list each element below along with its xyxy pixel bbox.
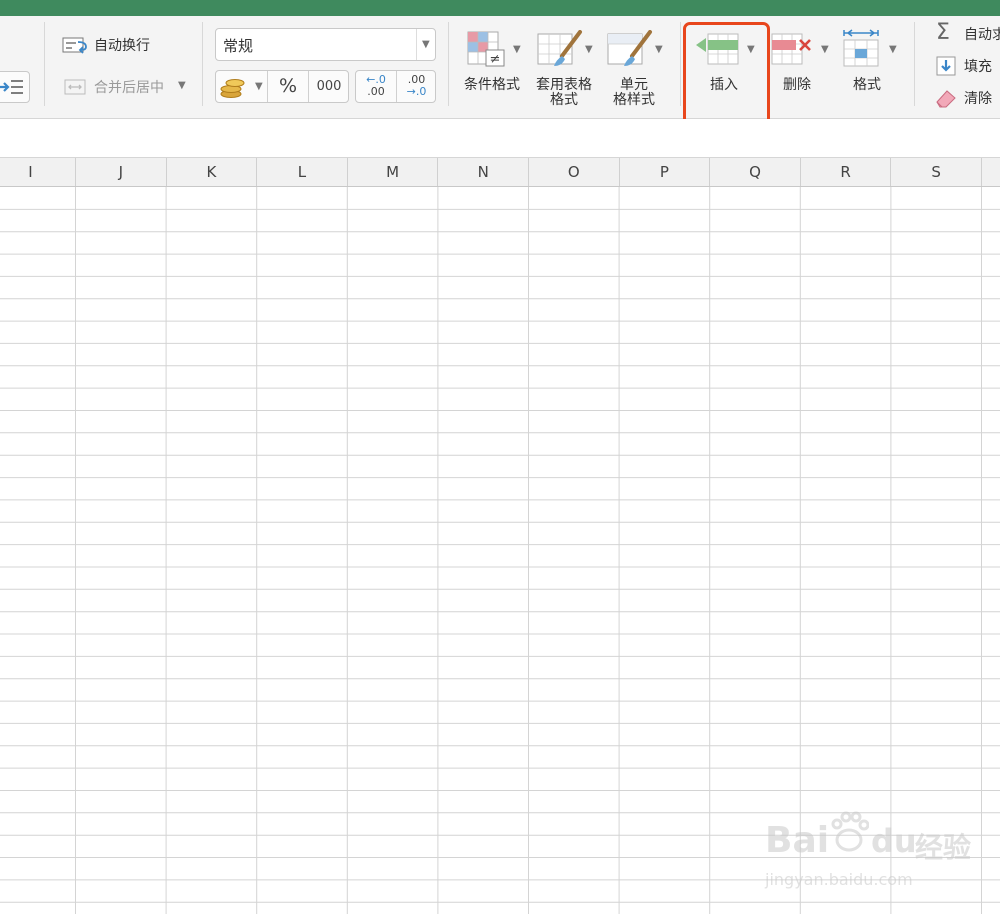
format-label: 格式: [853, 77, 881, 93]
format-cells-icon: [843, 29, 879, 67]
format-as-table-button[interactable]: ▼ 套用表格 格式: [530, 28, 598, 112]
fill-label: 填充: [964, 59, 992, 75]
coins-icon: [220, 79, 245, 98]
fill-down-icon: [936, 56, 956, 76]
indent-icon: [0, 80, 23, 94]
decimal-group: ←.0 .00 .00 →.0: [355, 70, 436, 103]
decrease-decimal-button[interactable]: .00 →.0: [397, 71, 436, 102]
align-indent-button[interactable]: [0, 71, 30, 103]
chevron-down-icon: ▼: [585, 44, 593, 55]
cell-style-label-line2: 格样式: [613, 92, 655, 108]
thousands-label: 000: [316, 79, 342, 94]
increase-decimal-bottom: .00: [367, 85, 385, 98]
paintbrush-table-icon: [537, 30, 582, 66]
fill-button[interactable]: 填充: [934, 54, 1000, 78]
separator: [202, 22, 203, 106]
conditional-format-button[interactable]: ≠ ▼ 条件格式: [458, 28, 526, 112]
delete-cells-icon: [771, 33, 811, 65]
separator: [680, 22, 681, 106]
merge-cells-icon: [64, 79, 86, 95]
number-format-group: ▼ % 000: [215, 70, 349, 103]
table-format-label-line2: 格式: [550, 92, 578, 108]
chevron-down-icon: ▼: [422, 39, 430, 50]
conditional-format-label: 条件格式: [464, 77, 520, 93]
watermark-brand-left: Bai: [765, 820, 830, 861]
paw-logo-icon: [831, 811, 869, 852]
chevron-down-icon: ▼: [255, 81, 263, 92]
watermark-brand-right: du: [871, 822, 917, 860]
column-header-l[interactable]: L: [257, 158, 348, 186]
number-format-select[interactable]: 常规 ▼: [215, 28, 436, 61]
cell-grid[interactable]: [0, 187, 1000, 914]
column-header-s[interactable]: S: [891, 158, 982, 186]
watermark-url: jingyan.baidu.com: [765, 870, 913, 889]
delete-label: 删除: [783, 77, 811, 93]
separator: [914, 22, 915, 106]
baidu-watermark: Bai du 经验 jingyan.baidu.com: [765, 808, 995, 898]
comma-style-button[interactable]: 000: [309, 71, 349, 102]
percent-style-button[interactable]: %: [268, 71, 308, 102]
increase-decimal-button[interactable]: ←.0 .00: [356, 71, 396, 102]
format-cells-button[interactable]: ▼ 格式: [834, 28, 900, 112]
separator: [44, 22, 45, 106]
column-header-m[interactable]: M: [348, 158, 439, 186]
svg-text:≠: ≠: [490, 52, 501, 67]
clear-button[interactable]: 清除: [934, 86, 1000, 110]
clear-label: 清除: [964, 91, 992, 107]
conditional-format-icon: ≠: [467, 31, 505, 67]
column-header-o[interactable]: O: [529, 158, 620, 186]
merge-center-button[interactable]: 合并后居中 ▼: [60, 76, 190, 98]
wrap-text-icon: [62, 37, 87, 54]
column-header-i[interactable]: I: [0, 158, 76, 186]
autosum-button[interactable]: Σ 自动求: [934, 20, 1000, 46]
column-header-row: IJKLMNOPQRS: [0, 158, 1000, 187]
decrease-decimal-bottom: →.0: [406, 85, 427, 98]
eraser-icon: [936, 90, 956, 108]
formula-bar[interactable]: [0, 119, 1000, 158]
cell-style-label-line1: 单元: [620, 77, 648, 93]
column-header-j[interactable]: J: [76, 158, 167, 186]
chevron-down-icon: ▼: [513, 44, 521, 55]
delete-cells-button[interactable]: ▼ 删除: [764, 28, 830, 112]
cell-styles-button[interactable]: ▼ 单元 格样式: [600, 28, 668, 112]
select-divider: [416, 29, 417, 60]
column-header-k[interactable]: K: [167, 158, 258, 186]
percent-icon: %: [278, 75, 298, 97]
chevron-down-icon: ▼: [821, 44, 829, 55]
column-header-p[interactable]: P: [620, 158, 711, 186]
sigma-icon: Σ: [936, 20, 950, 45]
separator: [448, 22, 449, 106]
wrap-text-label: 自动换行: [94, 38, 150, 54]
column-header-n[interactable]: N: [438, 158, 529, 186]
title-bar: [0, 0, 1000, 16]
home-ribbon: 自动换行 合并后居中 ▼ 常规 ▼ ▼ % 000 ←.0 .00 .00 →.…: [0, 16, 1000, 139]
column-header-r[interactable]: R: [801, 158, 892, 186]
chevron-down-icon: ▼: [655, 44, 663, 55]
number-format-value: 常规: [223, 37, 254, 55]
column-header-q[interactable]: Q: [710, 158, 801, 186]
chevron-down-icon: ▼: [889, 44, 897, 55]
chevron-down-icon: ▼: [178, 80, 186, 91]
wrap-text-button[interactable]: 自动换行: [60, 34, 180, 56]
table-format-label-line1: 套用表格: [536, 77, 592, 93]
paintbrush-cell-icon: [607, 30, 652, 66]
accounting-format-button[interactable]: ▼: [216, 71, 266, 102]
merge-center-label: 合并后居中: [94, 80, 164, 96]
autosum-label: 自动求: [964, 27, 1000, 43]
watermark-brand-cn: 经验: [915, 831, 972, 864]
